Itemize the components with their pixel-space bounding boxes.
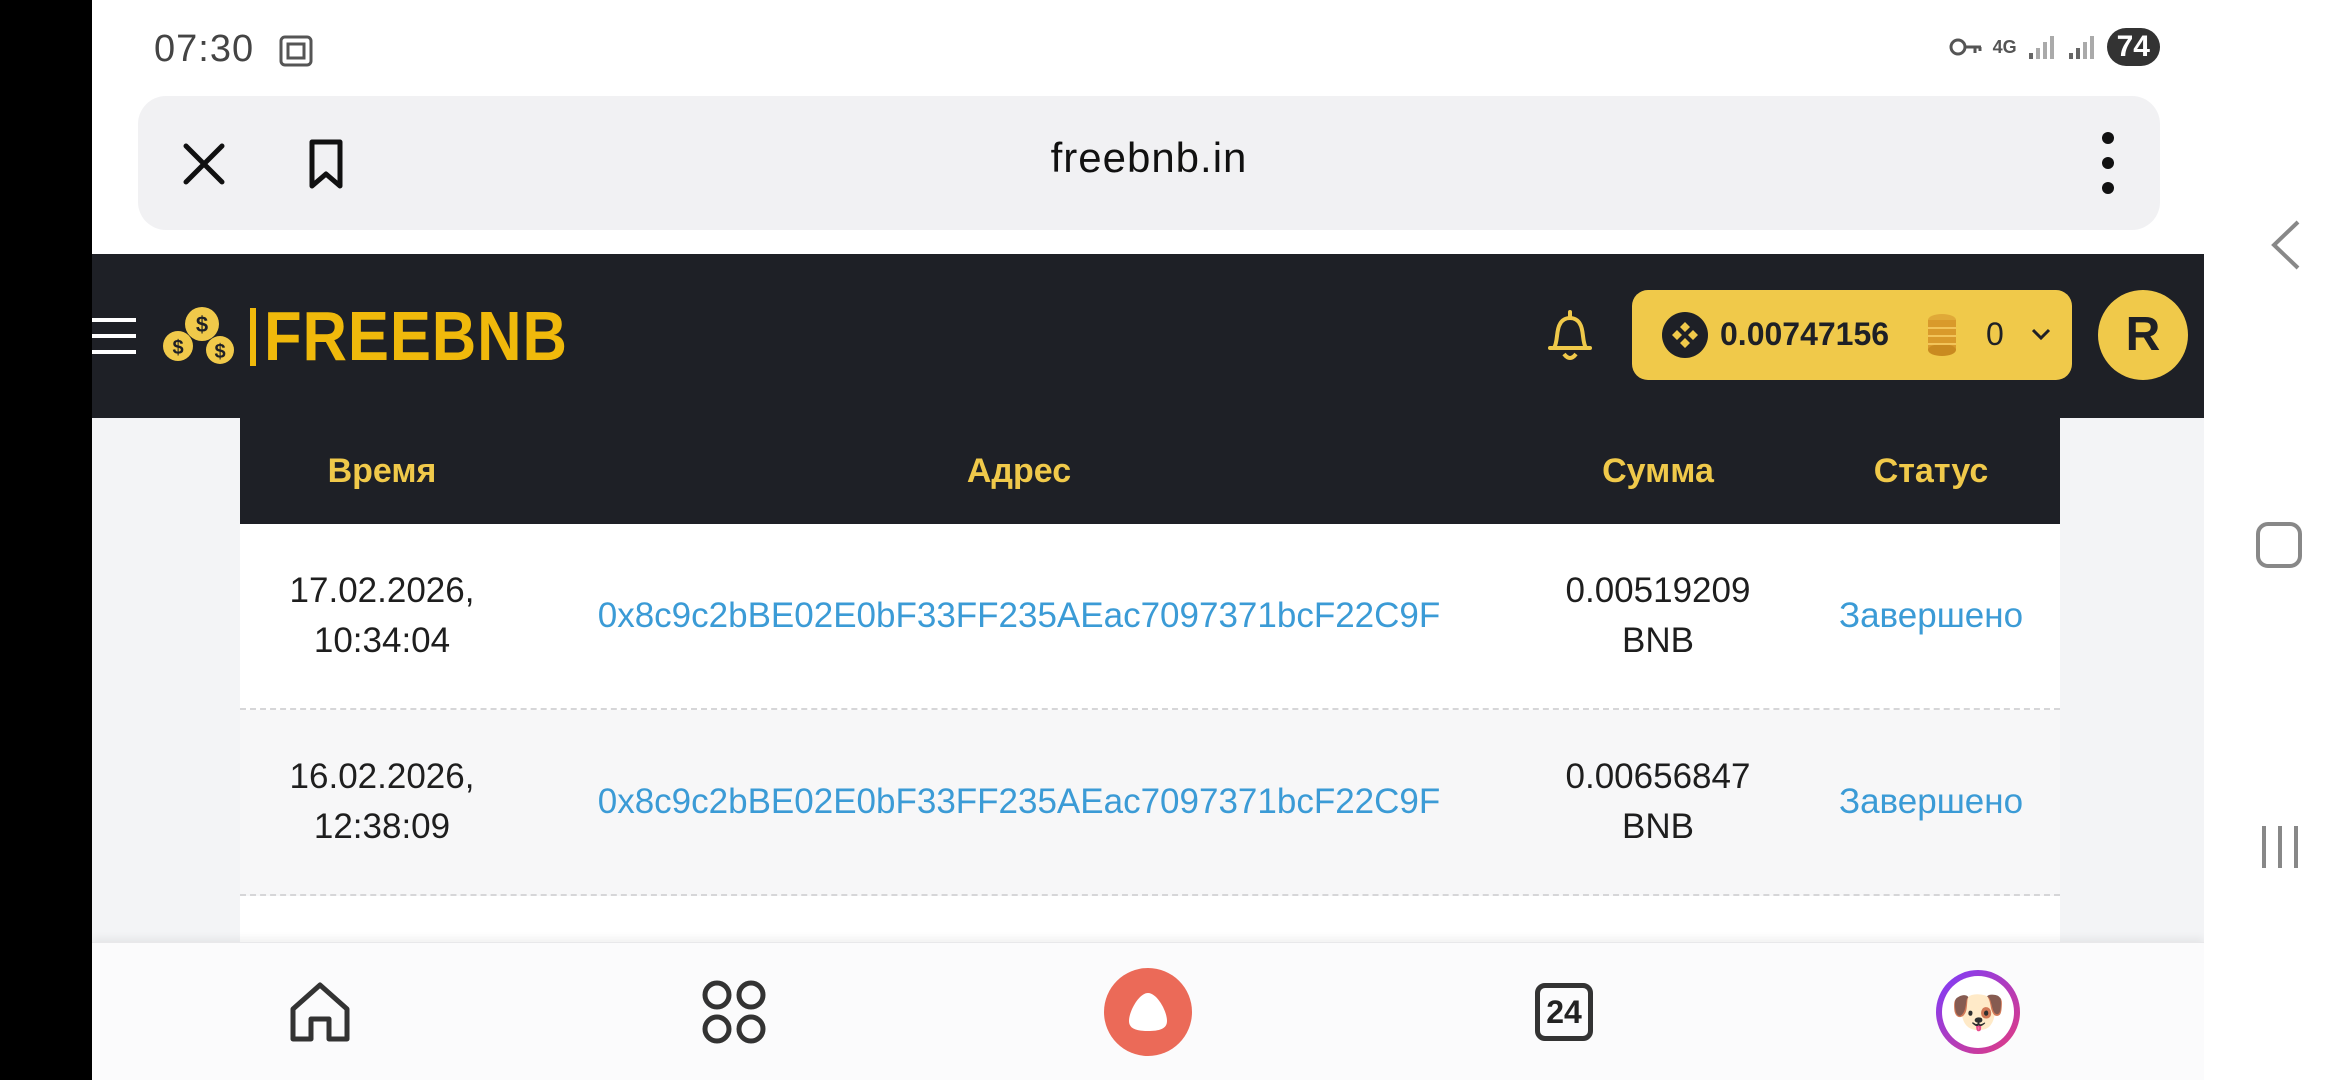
coin-stack-icon: [1928, 314, 1956, 356]
balance-dropdown[interactable]: 0.00747156 0: [1632, 290, 2072, 380]
alice-shape-icon: [1129, 993, 1167, 1031]
table-row: 17.02.2026, 10:34:04 0x8c9c2bBE02E0bF33F…: [240, 524, 2060, 710]
svg-text:$: $: [172, 337, 183, 359]
site-logo[interactable]: FREEBNB: [264, 296, 568, 376]
url-text[interactable]: freebnb.in: [138, 134, 2160, 182]
withdrawals-table: Время Адрес Сумма Статус 17.02.2026, 10:…: [240, 418, 2060, 942]
header-time: Время: [327, 451, 437, 490]
header-sum: Сумма: [1602, 451, 1714, 490]
recent-apps-icon[interactable]: [2258, 824, 2302, 870]
nav-calendar-button[interactable]: 24: [1504, 943, 1624, 1080]
logo-divider: [250, 308, 256, 366]
chevron-down-icon: [2031, 328, 2051, 341]
apps-grid-icon: [702, 980, 766, 1044]
row-address-link[interactable]: 0x8c9c2bBE02E0bF33FF235AEac7097371bcF22C…: [524, 524, 1514, 708]
header-address: Адрес: [966, 451, 1072, 490]
bell-icon[interactable]: [1544, 308, 1596, 364]
row-time: 16.02.2026, 12:38:09: [289, 757, 475, 846]
row-status-link[interactable]: Завершено: [1802, 524, 2060, 708]
network-type: 4G: [1992, 36, 2017, 57]
nav-apps-button[interactable]: [674, 943, 794, 1080]
screenshot-icon: [279, 35, 313, 67]
status-indicators: 4G 74: [1949, 28, 2160, 66]
signal-icon-2: [2068, 36, 2094, 59]
history-table-area: Время Адрес Сумма Статус 17.02.2026, 10:…: [92, 418, 2204, 942]
nav-assistant-button[interactable]: [1088, 943, 1208, 1080]
home-icon: [290, 982, 350, 1042]
table-row-partial: [240, 896, 2060, 942]
profile-avatar: 🐶: [1936, 970, 2020, 1054]
system-nav-bar: [2204, 0, 2340, 1080]
nav-profile-button[interactable]: 🐶: [1918, 943, 2038, 1080]
bnb-balance: 0.00747156: [1720, 316, 1890, 352]
row-status-link[interactable]: Завершено: [1802, 710, 2060, 894]
row-sum: 0.00656847 BNB: [1565, 757, 1751, 846]
back-icon[interactable]: [2268, 218, 2304, 272]
dog-icon: 🐶: [1942, 976, 2014, 1048]
row-time: 17.02.2026, 10:34:04: [289, 571, 475, 660]
site-header: $ $ $ FREEBNB 0.00747156 0 R: [92, 254, 2204, 418]
row-address-link[interactable]: 0x8c9c2bBE02E0bF33FF235AEac7097371bcF22C…: [524, 710, 1514, 894]
row-sum: 0.00519209 BNB: [1565, 571, 1751, 660]
alice-icon: [1104, 968, 1192, 1056]
svg-text:$: $: [214, 341, 225, 363]
table-header: Время Адрес Сумма Статус: [240, 418, 2060, 524]
coin-count: 0: [1986, 316, 2004, 352]
left-black-bar: [0, 0, 92, 1080]
battery-level: 74: [2106, 28, 2160, 66]
user-avatar[interactable]: R: [2098, 290, 2188, 380]
home-nav-icon[interactable]: [2256, 522, 2302, 568]
status-time: 07:30: [154, 28, 255, 70]
more-vertical-icon[interactable]: [2098, 128, 2118, 198]
signal-icon: [2028, 36, 2054, 59]
header-status: Статус: [1873, 451, 1989, 490]
table-row: 16.02.2026, 12:38:09 0x8c9c2bBE02E0bF33F…: [240, 710, 2060, 896]
vpn-key-icon: [1949, 38, 1982, 56]
logo-coins-icon: $ $ $: [163, 307, 234, 364]
calendar-icon: 24: [1535, 983, 1593, 1041]
phone-screen: 07:30 4G 74 freebnb.in $ $ $ FREEBNB 0.0…: [92, 0, 2204, 1080]
browser-address-bar: freebnb.in: [138, 96, 2160, 230]
bnb-icon: [1662, 312, 1708, 358]
svg-text:$: $: [196, 312, 208, 337]
browser-bottom-nav: 24 🐶: [92, 942, 2204, 1080]
nav-home-button[interactable]: [260, 943, 380, 1080]
hamburger-icon[interactable]: [92, 314, 136, 358]
